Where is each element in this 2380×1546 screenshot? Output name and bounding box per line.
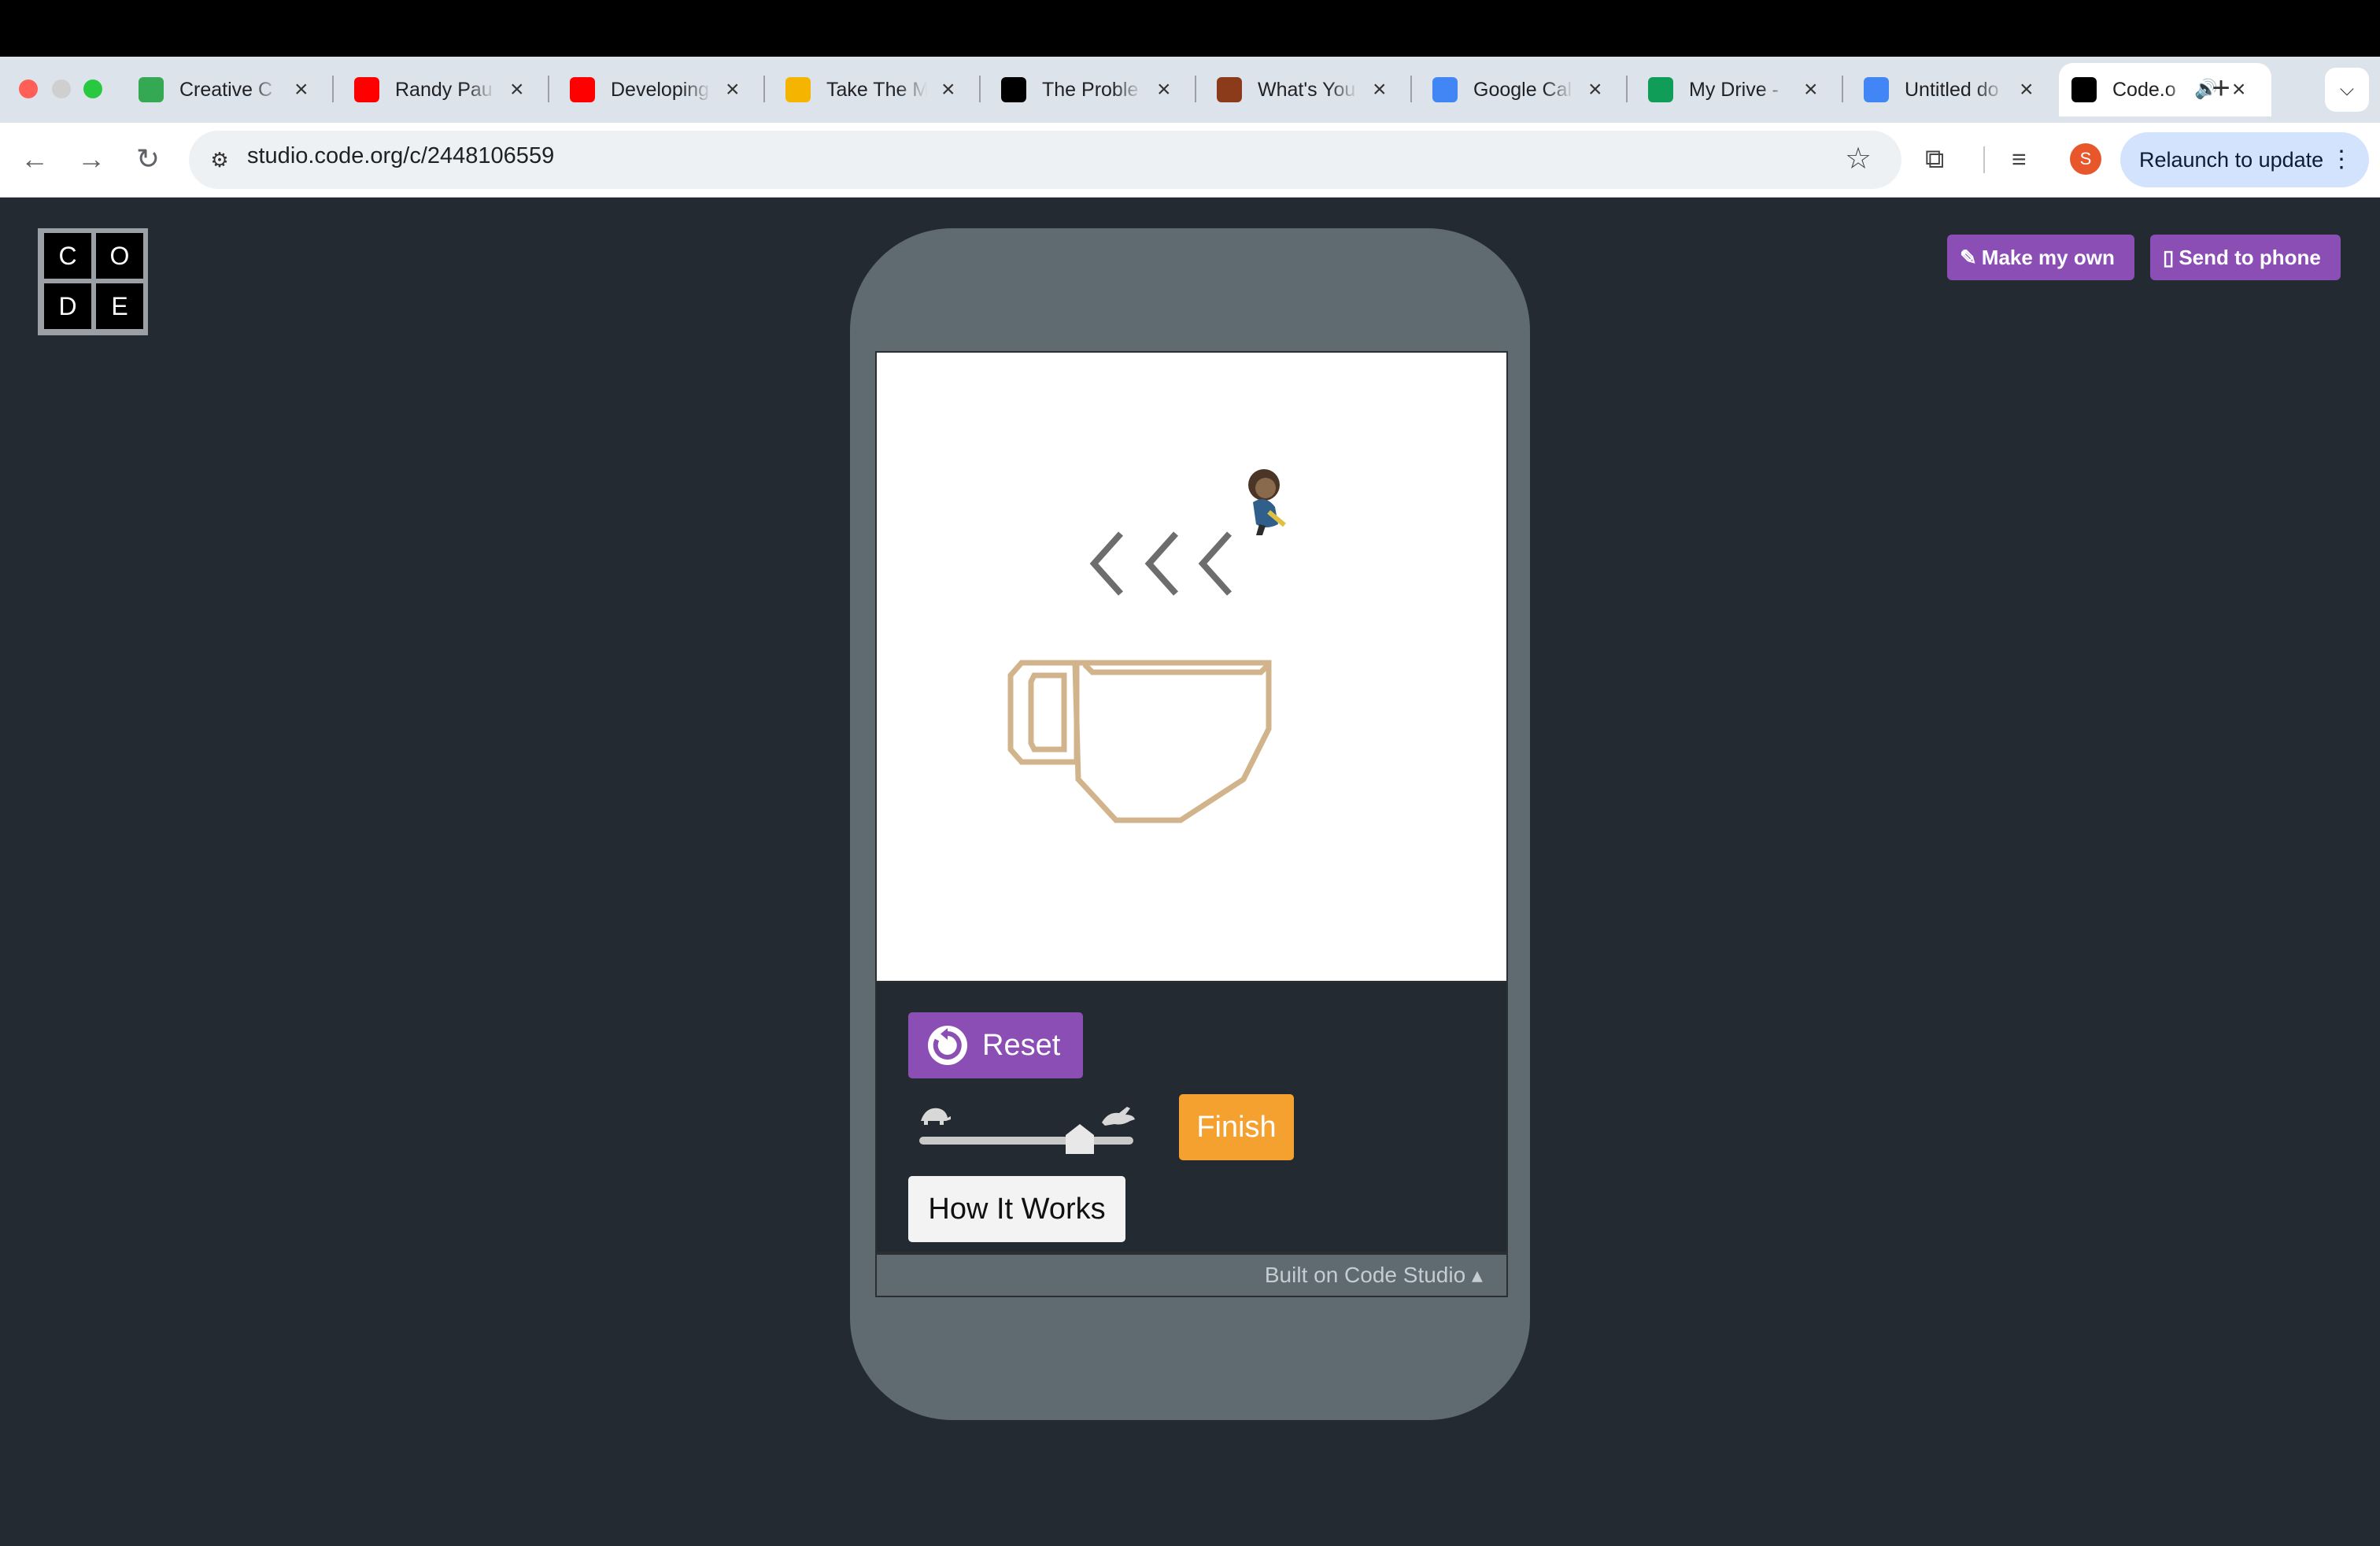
tab-title: Google Cal (1473, 78, 1572, 101)
steam-line (1144, 531, 1178, 596)
tab-separator (1842, 76, 1843, 102)
finish-button[interactable]: Finish (1179, 1094, 1294, 1160)
logo-letter: D (44, 283, 91, 329)
code-org-icon (2071, 77, 2097, 102)
profile-avatar[interactable]: S (2070, 143, 2101, 175)
url-text[interactable]: studio.code.org/c/2448106559 (247, 143, 554, 169)
tab-title: Code.o (2112, 78, 2176, 101)
browser-tab[interactable]: My Drive - × (1635, 63, 1832, 117)
tab-title: Creative C (179, 78, 273, 101)
google-icon (1432, 77, 1458, 102)
how-it-works-button[interactable]: How It Works (908, 1176, 1125, 1242)
browser-tab[interactable]: Creative C × (126, 63, 323, 117)
relaunch-button[interactable]: Relaunch to update ⋮ (2120, 132, 2369, 187)
sciam-icon (1001, 77, 1026, 102)
os-menu-bar (0, 0, 2380, 57)
toolbar-divider (1983, 146, 1985, 173)
tab-search-chevron-icon[interactable]: ⌵ (2325, 68, 2369, 112)
turtle-slow-icon (921, 1108, 951, 1125)
speed-slider-thumb[interactable] (1066, 1124, 1094, 1154)
artist-character-icon (1248, 469, 1286, 535)
close-tab-icon[interactable]: × (1373, 78, 1387, 102)
media-controls-icon[interactable]: ≡ (2012, 139, 2027, 179)
steam-line (1198, 531, 1232, 596)
youtube-icon (570, 77, 595, 102)
quiz-icon (1217, 77, 1242, 102)
code-org-logo[interactable]: C O D E (38, 228, 148, 335)
browser-tab[interactable]: Take The M × (773, 63, 970, 117)
tab-title: Take The M (826, 78, 927, 101)
forward-arrow-icon[interactable]: → (71, 139, 112, 179)
youtube-icon (354, 77, 379, 102)
cup-handle-inner (1028, 672, 1067, 753)
drive-multicolor-icon (139, 77, 164, 102)
window-zoom-button[interactable] (83, 80, 102, 98)
logo-letter: O (96, 233, 143, 279)
window-minimize-button[interactable] (52, 80, 71, 98)
tab-separator (763, 76, 765, 102)
tab-title: My Drive - (1689, 78, 1779, 101)
tab-separator (1195, 76, 1196, 102)
browser-tab[interactable]: Google Cal × (1420, 63, 1617, 117)
back-arrow-icon[interactable]: ← (14, 139, 55, 179)
close-tab-icon[interactable]: × (941, 78, 955, 102)
tab-title: What's You (1258, 78, 1356, 101)
close-tab-icon[interactable]: × (294, 78, 309, 102)
tab-title: Randy Pau (395, 78, 493, 101)
tab-title: Developing (611, 78, 710, 101)
make-my-own-button[interactable]: ✎ Make my own (1947, 235, 2134, 280)
bookmark-star-icon[interactable]: ☆ (1845, 139, 1872, 179)
logo-letter: E (96, 283, 143, 329)
speed-slider[interactable] (919, 1137, 1133, 1145)
make-my-own-label: Make my own (1981, 246, 2115, 269)
google-drive-icon (1648, 77, 1673, 102)
tab-separator (548, 76, 549, 102)
close-tab-icon[interactable]: × (2020, 78, 2034, 102)
lightbulb-icon (785, 77, 811, 102)
tab-title: The Proble (1042, 78, 1139, 101)
reset-icon (928, 1026, 967, 1065)
close-tab-icon[interactable]: × (1804, 78, 1818, 102)
site-settings-icon[interactable]: ⚙ (201, 142, 238, 178)
close-tab-icon[interactable]: × (510, 78, 524, 102)
close-tab-icon[interactable]: × (726, 78, 740, 102)
edit-icon: ✎ (1960, 246, 1977, 269)
tab-separator (1626, 76, 1628, 102)
kebab-menu-icon[interactable]: ⋮ (2330, 132, 2353, 187)
logo-letter: C (44, 233, 91, 279)
steam-line (1089, 531, 1123, 596)
rabbit-fast-icon (1102, 1107, 1135, 1126)
cup-body (1072, 660, 1272, 823)
coffee-cup-drawing (1007, 469, 1286, 823)
tab-separator (1410, 76, 1412, 102)
close-tab-icon[interactable]: × (1588, 78, 1602, 102)
send-to-phone-label: Send to phone (2179, 246, 2321, 269)
browser-tab[interactable]: What's You × (1204, 63, 1401, 117)
tab-title: Untitled do (1905, 78, 1999, 101)
reload-icon[interactable]: ↻ (128, 139, 168, 179)
reset-label: Reset (982, 1029, 1061, 1062)
built-on-code-studio-link[interactable]: Built on Code Studio ▴ (875, 1253, 1508, 1297)
browser-tab[interactable]: Developing × (557, 63, 754, 117)
relaunch-label: Relaunch to update (2139, 148, 2324, 172)
window-close-button[interactable] (19, 80, 38, 98)
browser-tab[interactable]: Randy Pau × (342, 63, 538, 117)
phone-icon: ▯ (2163, 246, 2175, 269)
reset-button[interactable]: Reset (908, 1012, 1083, 1078)
tab-separator (332, 76, 334, 102)
browser-tab[interactable]: The Proble × (989, 63, 1185, 117)
google-docs-icon (1864, 77, 1889, 102)
send-to-phone-button[interactable]: ▯ Send to phone (2150, 235, 2341, 280)
tab-separator (979, 76, 981, 102)
new-tab-button[interactable]: + (2201, 68, 2241, 109)
close-tab-icon[interactable]: × (1157, 78, 1171, 102)
extensions-puzzle-icon[interactable]: ⧉ (1925, 139, 1944, 179)
browser-tab[interactable]: Untitled do × (1851, 63, 2048, 117)
